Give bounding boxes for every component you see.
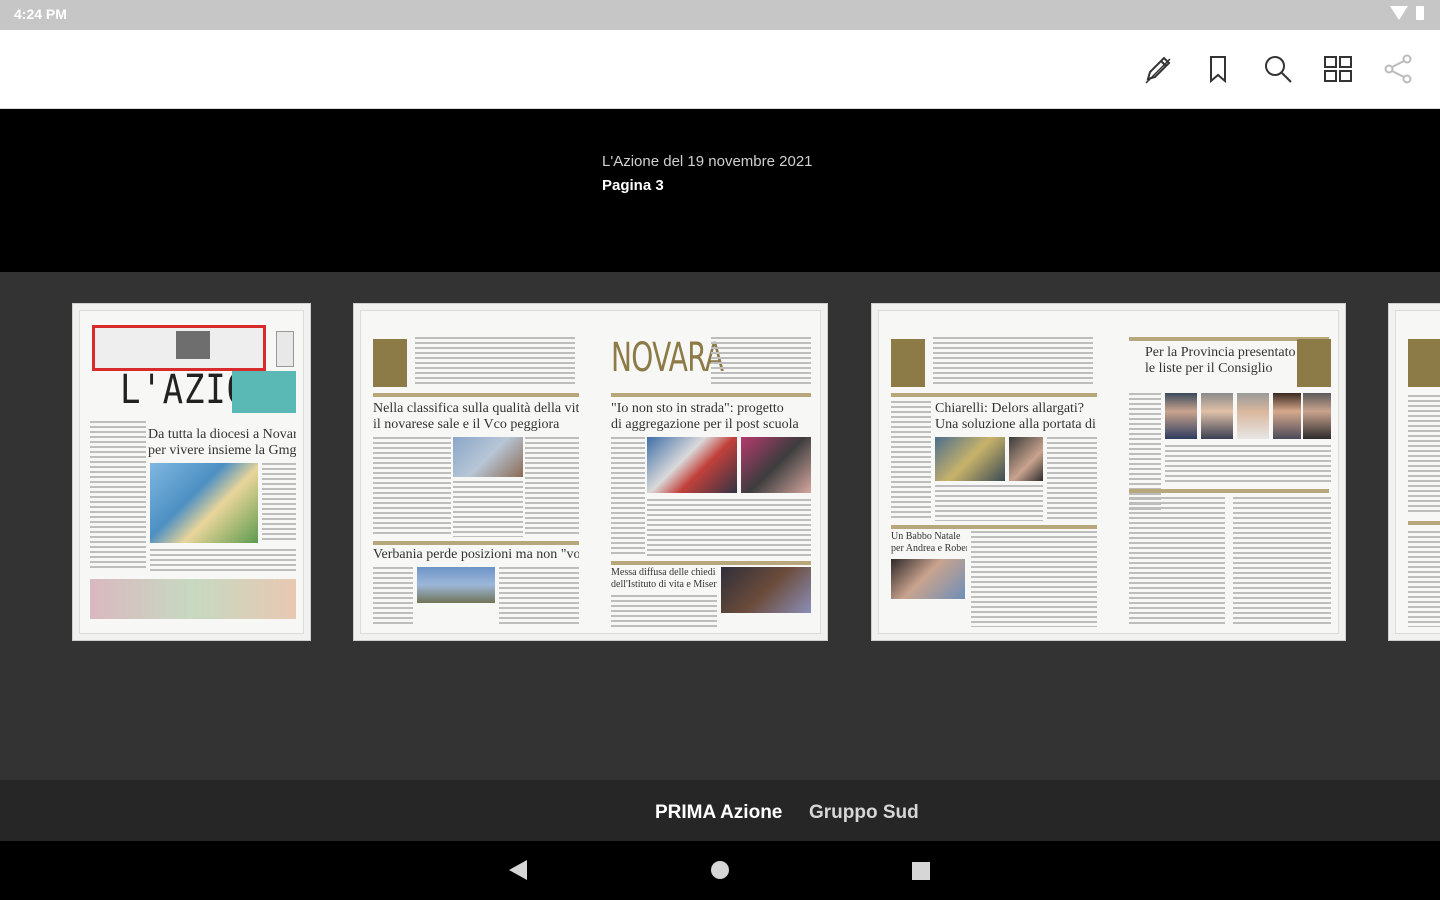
page-thumbnail-spread-2-3[interactable]: Nella classifica sulla qualità della vit… <box>354 304 827 640</box>
candidate-photo-4 <box>1273 393 1301 439</box>
spread2-left-photo-2 <box>1009 437 1043 481</box>
page-info-banner: L'Azione del 19 novembre 2021 Pagina 3 <box>0 109 1440 283</box>
cover-comic-illustration <box>150 463 258 543</box>
spread2-left-headline-1: Chiarelli: Delors allargati? <box>935 401 1085 416</box>
spread1-left-bottom-headline: Verbania perde posizioni ma non "vorde" <box>373 547 579 562</box>
spread1-right-bottom-headline-1: Messa diffusa delle chiedi diocesi <box>611 567 717 578</box>
spread1-left-photo <box>453 437 523 477</box>
spread1-right-headline-1: "Io non sto in strada": progetto <box>611 401 784 416</box>
spread1-right-bottom-photo <box>721 567 811 613</box>
spread1-right-bottom-headline-2: dell'Istituto di vita e Misericordia <box>611 579 717 590</box>
spread2-right-headline-2: le liste per il Consiglio <box>1145 361 1273 376</box>
spread1-right-photo-1 <box>647 437 737 493</box>
grid-view-button[interactable] <box>1318 49 1358 89</box>
wifi-icon <box>1390 6 1408 20</box>
category-gruppo-sud[interactable]: Gruppo Sud <box>809 802 919 824</box>
spread2-right-headline-1: Per la Provincia presentato <box>1145 345 1295 360</box>
bookmark-icon <box>1210 56 1226 84</box>
search-button[interactable] <box>1258 49 1298 89</box>
page-label: Pagina 3 <box>602 177 664 194</box>
header-box <box>276 331 294 367</box>
spread2-left-bottom-headline-1: Un Babbo Natale <box>891 531 961 542</box>
edit-button[interactable] <box>1138 49 1178 89</box>
recents-icon[interactable] <box>912 862 930 880</box>
cover-bottom-ad <box>90 579 296 619</box>
issue-title: L'Azione del 19 novembre 2021 <box>602 153 813 170</box>
top-toolbar <box>0 30 1440 109</box>
category-bar: PRIMA Azione Gruppo Sud <box>0 780 1440 841</box>
page-thumbnail-spread-4-5[interactable]: Chiarelli: Delors allargati? Una soluzio… <box>872 304 1345 640</box>
spread1-left-headline-1: Nella classifica sulla qualità della vit… <box>373 401 579 416</box>
section-logo-novara: NOVARA <box>611 335 724 381</box>
candidate-photo-2 <box>1201 393 1233 439</box>
candidate-photo-3 <box>1237 393 1269 439</box>
spread2-left-headline-2: Una soluzione alla portata di tutti <box>935 417 1097 432</box>
masthead-teal-box <box>232 371 296 413</box>
share-icon <box>1384 54 1412 84</box>
grid-view-icon <box>1324 56 1352 82</box>
system-indicators <box>1390 6 1424 20</box>
category-prima-azione[interactable]: PRIMA Azione <box>655 802 782 824</box>
spread1-left-headline-2: il novarese sale e il Vco peggiora <box>373 417 560 432</box>
spread1-left-bottom-photo <box>417 567 495 603</box>
share-button[interactable] <box>1378 49 1418 89</box>
spread1-right-headline-2: di aggregazione per il post scuola <box>611 417 799 432</box>
status-time: 4:24 PM <box>14 6 67 22</box>
back-icon[interactable] <box>509 860 527 880</box>
spread1-right-photo-2 <box>741 437 811 493</box>
battery-icon <box>1416 6 1424 20</box>
search-icon <box>1265 56 1292 83</box>
cover-headline-line-2: per vivere insieme la Gmg <box>148 443 296 458</box>
page-thumbnail-cover[interactable]: L'AZIONE Da tutta la diocesi a Novara pe… <box>73 304 310 640</box>
candidate-photo-1 <box>1165 393 1197 439</box>
bookmark-button[interactable] <box>1198 49 1238 89</box>
spread2-left-bottom-headline-2: per Andrea e Roberto <box>891 543 967 554</box>
candidate-photo-5 <box>1303 393 1331 439</box>
cover-headline-line-1: Da tutta la diocesi a Novara <box>148 427 296 442</box>
status-bar: 4:24 PM <box>0 0 1440 30</box>
system-navigation-bar <box>0 841 1440 900</box>
home-icon[interactable] <box>711 861 729 879</box>
spread2-left-bottom-photo <box>891 559 965 599</box>
spread2-left-photo-1 <box>935 437 1005 481</box>
edit-icon <box>1145 56 1171 84</box>
page-thumbnail-spread-6-7[interactable] <box>1389 304 1440 640</box>
header-photo <box>176 331 210 359</box>
page-thumbnail-strip[interactable]: L'AZIONE Da tutta la diocesi a Novara pe… <box>0 272 1440 780</box>
